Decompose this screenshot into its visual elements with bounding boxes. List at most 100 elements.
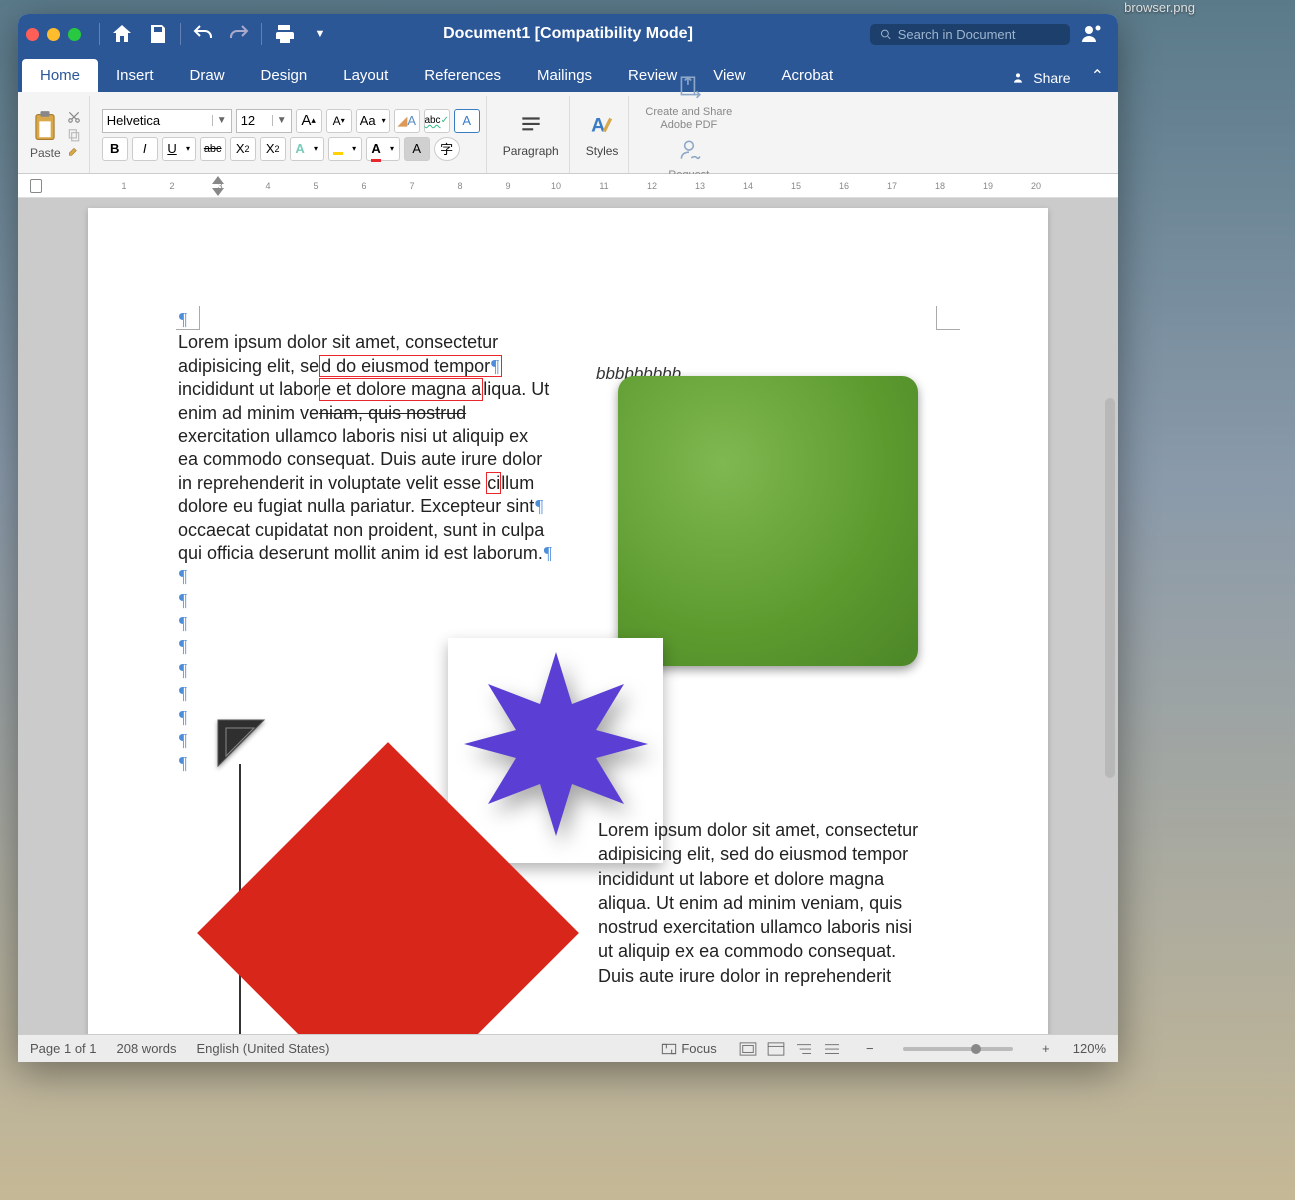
- margin-corner-tr: [936, 306, 960, 330]
- focus-label: Focus: [681, 1041, 716, 1056]
- share-person-icon: [1012, 70, 1028, 86]
- zoom-out-button[interactable]: −: [863, 1041, 877, 1056]
- enclose-char-button[interactable]: 字: [434, 137, 460, 161]
- document-title: Document1 [Compatibility Mode]: [443, 25, 693, 43]
- tracked-change-box[interactable]: ci: [486, 472, 501, 494]
- home-icon[interactable]: [110, 22, 134, 46]
- tab-references[interactable]: References: [406, 59, 519, 92]
- tab-draw[interactable]: Draw: [172, 59, 243, 92]
- qat-dropdown-icon[interactable]: ▼: [308, 22, 332, 46]
- format-painter-icon[interactable]: [65, 145, 83, 161]
- share-button[interactable]: Share: [1002, 64, 1080, 92]
- shrink-font-button[interactable]: A▾: [326, 109, 352, 133]
- svg-text:A: A: [591, 114, 605, 136]
- underline-button[interactable]: U▾: [162, 137, 196, 161]
- adobe-create-label: Create and Share Adobe PDF: [645, 106, 732, 132]
- green-paint-image[interactable]: [618, 376, 918, 666]
- vertical-scrollbar[interactable]: [1102, 398, 1118, 1004]
- zoom-level[interactable]: 120%: [1073, 1041, 1106, 1056]
- clipboard-group: Paste: [24, 96, 90, 173]
- cut-icon[interactable]: [65, 109, 83, 125]
- ribbon-tabs: Home Insert Draw Design Layout Reference…: [18, 54, 1118, 92]
- styles-group: A Styles: [576, 96, 630, 173]
- tab-mailings[interactable]: Mailings: [519, 59, 610, 92]
- search-input[interactable]: [898, 27, 1060, 42]
- search-box[interactable]: [870, 24, 1070, 45]
- copy-icon[interactable]: [65, 127, 83, 143]
- text-effects-button[interactable]: A▾: [290, 137, 324, 161]
- document-canvas[interactable]: ¶ Lorem ipsum dolor sit amet, consectetu…: [18, 198, 1118, 1034]
- photo-corner-shape[interactable]: [216, 718, 266, 768]
- paragraph-2[interactable]: Lorem ipsum dolor sit amet, consectetur …: [598, 818, 928, 988]
- tab-insert[interactable]: Insert: [98, 59, 172, 92]
- paste-button[interactable]: Paste: [30, 110, 61, 160]
- print-layout-view-icon[interactable]: [737, 1040, 759, 1058]
- title-bar: ▼ Document1 [Compatibility Mode]: [18, 14, 1118, 54]
- adobe-create-button[interactable]: Create and Share Adobe PDF: [641, 72, 736, 134]
- highlight-button[interactable]: ▾: [328, 137, 362, 161]
- indent-marker-top[interactable]: [212, 176, 224, 184]
- undo-icon[interactable]: [191, 22, 215, 46]
- grow-font-button[interactable]: A▴: [296, 109, 322, 133]
- tab-layout[interactable]: Layout: [325, 59, 406, 92]
- close-window-button[interactable]: [26, 28, 39, 41]
- tab-design[interactable]: Design: [243, 59, 326, 92]
- subscript-button[interactable]: X2: [230, 137, 256, 161]
- character-border-button[interactable]: A: [454, 109, 480, 133]
- focus-mode-button[interactable]: Focus: [661, 1041, 716, 1056]
- bold-button[interactable]: B: [102, 137, 128, 161]
- change-case-button[interactable]: Aa▾: [356, 109, 390, 133]
- font-name-select[interactable]: Helvetica▼: [102, 109, 232, 133]
- tracked-change-box[interactable]: e et dolore magna a: [319, 378, 483, 401]
- draft-view-icon[interactable]: [821, 1040, 843, 1058]
- print-icon[interactable]: [272, 22, 296, 46]
- desktop-file-label: browser.png: [1124, 0, 1195, 15]
- styles-button[interactable]: A Styles: [582, 110, 623, 160]
- tab-home[interactable]: Home: [22, 59, 98, 92]
- language-status[interactable]: English (United States): [196, 1041, 329, 1056]
- font-size-select[interactable]: 12▼: [236, 109, 292, 133]
- maximize-window-button[interactable]: [68, 28, 81, 41]
- spellcheck-button[interactable]: abc✓: [424, 109, 450, 133]
- web-layout-view-icon[interactable]: [765, 1040, 787, 1058]
- tracked-change-box[interactable]: d do eiusmod tempor¶: [319, 355, 502, 378]
- shading-button[interactable]: A: [404, 137, 430, 161]
- clear-formatting-button[interactable]: ◢A: [394, 109, 420, 133]
- tab-acrobat[interactable]: Acrobat: [763, 59, 851, 92]
- horizontal-ruler[interactable]: 1234567891011121314151617181920: [18, 174, 1118, 198]
- redo-icon[interactable]: [227, 22, 251, 46]
- indent-marker-bottom[interactable]: [212, 188, 224, 196]
- minimize-window-button[interactable]: [47, 28, 60, 41]
- adobe-group: Create and Share Adobe PDF Request Signa…: [635, 96, 742, 173]
- focus-icon: [661, 1043, 677, 1055]
- font-color-button[interactable]: A▾: [366, 137, 400, 161]
- zoom-slider[interactable]: [903, 1047, 1013, 1051]
- strikethrough-button[interactable]: abc: [200, 137, 226, 161]
- window-controls: [26, 28, 81, 41]
- word-window: ▼ Document1 [Compatibility Mode] Home In…: [18, 14, 1118, 1062]
- save-icon[interactable]: [146, 22, 170, 46]
- outline-view-icon[interactable]: [793, 1040, 815, 1058]
- paragraph-label: Paragraph: [503, 144, 559, 158]
- word-count[interactable]: 208 words: [117, 1041, 177, 1056]
- document-page[interactable]: ¶ Lorem ipsum dolor sit amet, consectetu…: [88, 208, 1048, 1034]
- share-label: Share: [1033, 70, 1070, 86]
- italic-button[interactable]: I: [132, 137, 158, 161]
- margin-corner-tl: [176, 306, 200, 330]
- styles-label: Styles: [586, 144, 619, 158]
- ribbon: Paste Helvetica▼ 12▼ A▴ A▾ Aa▾ ◢A ab: [18, 92, 1118, 174]
- zoom-slider-thumb[interactable]: [971, 1044, 981, 1054]
- view-switcher: [737, 1040, 843, 1058]
- tab-stop-selector[interactable]: [30, 179, 42, 193]
- superscript-button[interactable]: X2: [260, 137, 286, 161]
- search-icon: [880, 28, 892, 41]
- collapse-ribbon-icon[interactable]: ⌃: [1081, 66, 1114, 92]
- purple-star-shape[interactable]: [456, 644, 656, 844]
- font-group: Helvetica▼ 12▼ A▴ A▾ Aa▾ ◢A abc✓ A B I U…: [96, 96, 487, 173]
- scrollbar-thumb[interactable]: [1105, 398, 1115, 778]
- paste-label: Paste: [30, 146, 61, 160]
- paragraph-button[interactable]: Paragraph: [499, 110, 563, 160]
- page-count[interactable]: Page 1 of 1: [30, 1041, 97, 1056]
- zoom-in-button[interactable]: +: [1039, 1041, 1053, 1056]
- feedback-icon[interactable]: [1080, 22, 1104, 46]
